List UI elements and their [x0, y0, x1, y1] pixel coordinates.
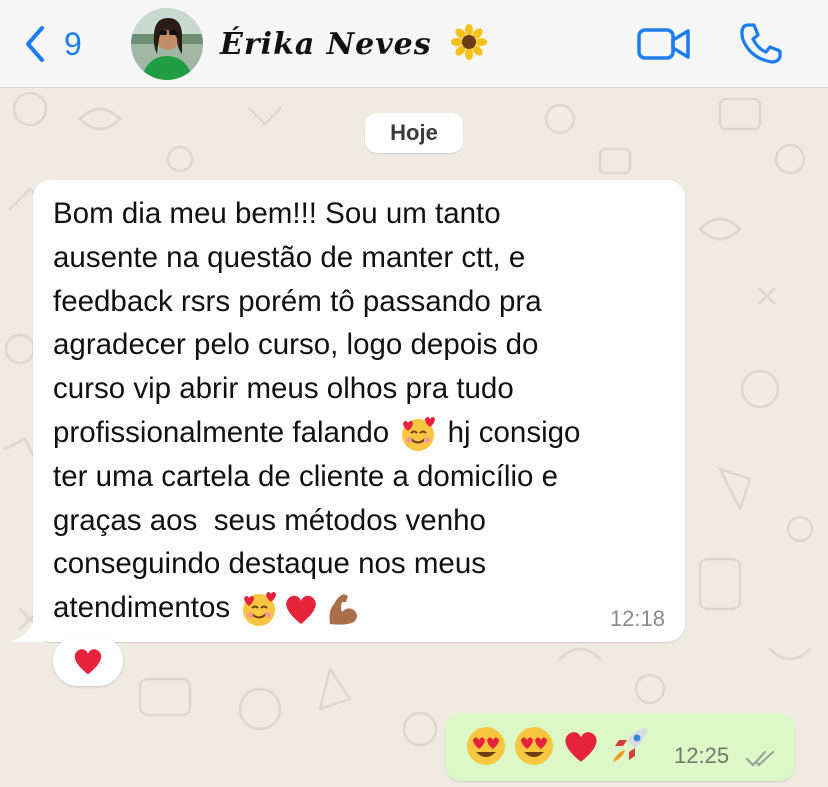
- sunflower-icon: [451, 24, 488, 60]
- smiling-face-with-hearts-icon: [243, 592, 277, 627]
- heart-eyes-icon: [515, 727, 553, 765]
- red-heart-icon: [286, 596, 317, 625]
- voice-call-button[interactable]: [738, 20, 784, 66]
- flexed-biceps-icon: [329, 594, 358, 626]
- red-heart-icon: [74, 649, 102, 675]
- contact-name-text: Érika Neves: [220, 27, 432, 62]
- outgoing-message-bubble[interactable]: 12:25: [445, 713, 795, 781]
- message-line: curso vip abrir meus olhos pra tudo: [53, 372, 514, 406]
- emoji-message: [465, 723, 651, 769]
- contact-name[interactable]: Érika Neves: [220, 24, 488, 62]
- message-line: feedback rsrs porém tô passando pra: [53, 284, 542, 318]
- message-line: hj consigo: [447, 415, 581, 449]
- message-line: agradecer pelo curso, logo depois do: [53, 328, 539, 362]
- heart-eyes-icon: [467, 727, 505, 765]
- message-line: Bom dia meu bem!!! Sou um tanto: [53, 197, 501, 230]
- message-timestamp: 12:18: [609, 606, 665, 631]
- avatar-photo: [131, 8, 203, 80]
- message-line: atendimentos: [53, 591, 231, 625]
- bubble-tail: [11, 614, 45, 642]
- smiling-face-with-hearts-icon: [402, 417, 436, 452]
- chevron-left-icon: [26, 26, 44, 62]
- chat-header: 9 Érika Neves: [0, 0, 828, 88]
- message-line: conseguindo destaque nos meus: [53, 547, 486, 581]
- avatar[interactable]: [131, 8, 203, 80]
- red-heart-icon: [565, 732, 597, 762]
- video-camera-icon: [637, 28, 690, 60]
- rocket-icon: [613, 728, 647, 762]
- message-line: ter uma cartela de cliente a domicílio e: [53, 459, 559, 493]
- phone-icon: [740, 23, 782, 64]
- message-line: profissionalmente falando: [53, 415, 390, 449]
- message-text: Bom dia meu bem!!! Sou um tanto ausente …: [53, 192, 673, 630]
- read-receipt-icon: [745, 750, 775, 767]
- message-line: ausente na questão de manter ctt, e: [53, 240, 526, 274]
- message-timestamp: 12:25: [674, 743, 730, 768]
- back-button[interactable]: 9: [22, 22, 102, 66]
- date-label: Hoje: [390, 120, 438, 145]
- video-call-button[interactable]: [636, 24, 692, 64]
- message-line: graças aos seus métodos venho: [53, 503, 486, 537]
- date-separator: Hoje: [365, 113, 463, 153]
- unread-count: 9: [64, 26, 82, 62]
- message-reaction[interactable]: [53, 636, 123, 686]
- incoming-message-bubble[interactable]: Bom dia meu bem!!! Sou um tanto ausente …: [11, 180, 685, 642]
